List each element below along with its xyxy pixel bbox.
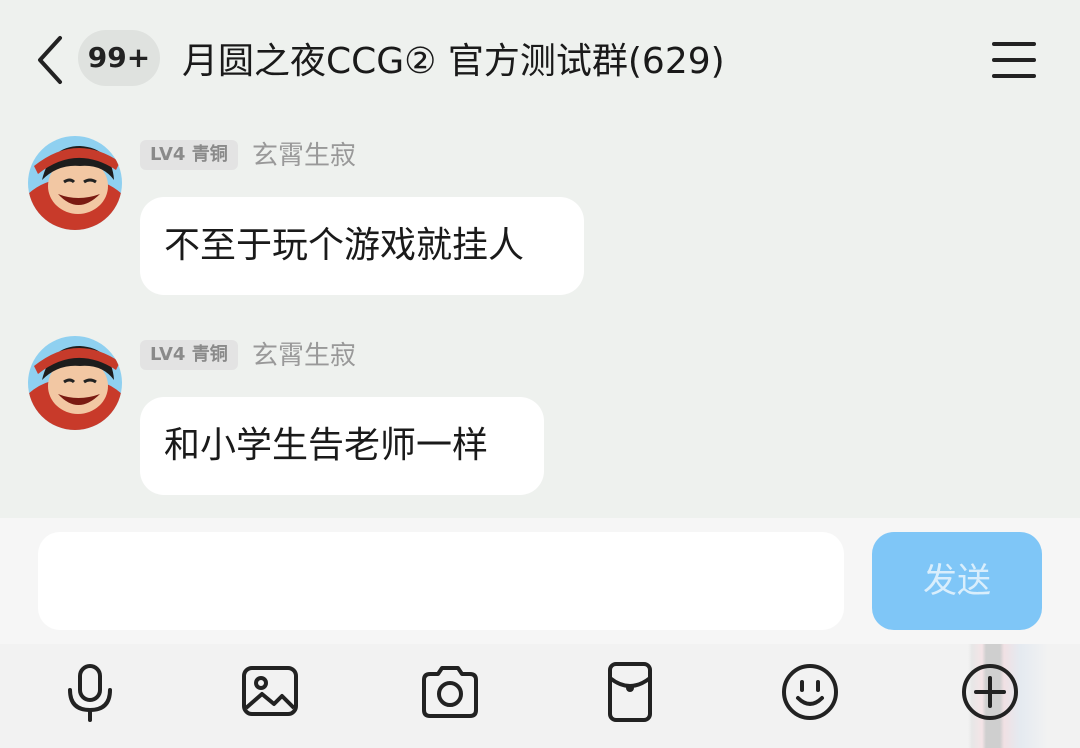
avatar[interactable] — [28, 336, 122, 430]
microphone-icon — [68, 664, 112, 722]
level-badge: LV4 青铜 — [140, 340, 238, 370]
emoji-button[interactable] — [778, 660, 842, 724]
avatar[interactable] — [28, 136, 122, 230]
message-input[interactable] — [38, 532, 844, 630]
input-toolbar — [0, 644, 1080, 748]
camera-button[interactable] — [418, 660, 482, 724]
image-icon — [242, 666, 298, 716]
chevron-left-icon — [38, 36, 62, 84]
sender-name[interactable]: 玄霄生寂 — [252, 336, 356, 376]
chat-title: 月圆之夜CCG② 官方测试群(629) — [182, 41, 725, 82]
hamburger-menu-icon — [992, 42, 1036, 78]
menu-button[interactable] — [990, 38, 1038, 82]
sender-name[interactable]: 玄霄生寂 — [252, 136, 356, 176]
voice-button[interactable] — [58, 660, 122, 724]
level-badge: LV4 青铜 — [140, 140, 238, 170]
chat-header: 99+ 月圆之夜CCG② 官方测试群(629) — [0, 0, 1080, 120]
more-button[interactable] — [958, 660, 1022, 724]
message-bubble[interactable]: 不至于玩个游戏就挂人 — [140, 197, 584, 295]
unread-count-badge[interactable]: 99+ — [78, 30, 160, 86]
back-button[interactable] — [28, 30, 72, 90]
plus-icon — [962, 664, 1018, 720]
chat-screen: 99+ 月圆之夜CCG② 官方测试群(629) LV4 青铜 玄霄生寂 不至于玩… — [0, 0, 1080, 748]
send-button[interactable]: 发送 — [872, 532, 1042, 630]
message-bubble[interactable]: 和小学生告老师一样 — [140, 397, 544, 495]
red-packet-icon — [608, 662, 652, 722]
camera-icon — [422, 666, 478, 718]
red-packet-button[interactable] — [598, 660, 662, 724]
avatar-image — [28, 336, 122, 430]
image-button[interactable] — [238, 660, 302, 724]
emoji-icon — [782, 664, 838, 720]
message-input-bar: 发送 — [0, 518, 1080, 644]
avatar-image — [28, 136, 122, 230]
